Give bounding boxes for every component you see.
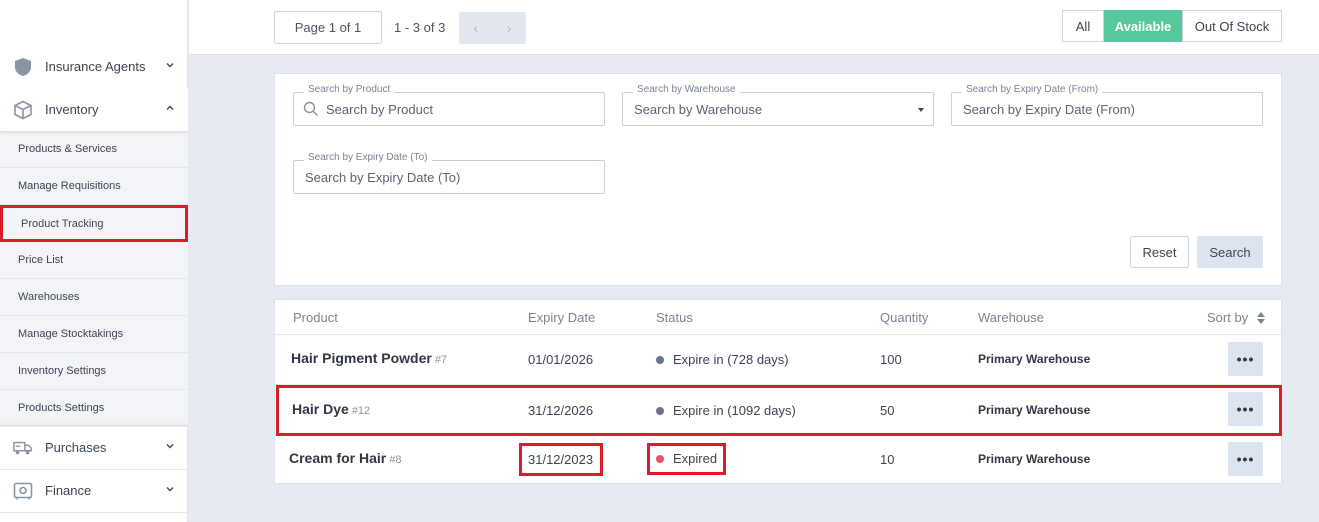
sidebar-group-purchases[interactable]: Purchases [0,426,188,469]
table-row[interactable]: Hair Pigment Powder #7 01/01/2026 Expire … [275,335,1281,385]
caret-down-icon [918,108,924,112]
status-badge: Expire in (1092 days) [656,403,796,418]
column-header-expiry-date: Expiry Date [528,310,596,325]
chevron-down-icon [166,63,174,68]
sidebar-item-products-settings[interactable]: Products Settings [0,390,188,427]
reset-button[interactable]: Reset [1130,236,1189,268]
product-name-text: Cream for Hair [289,450,387,466]
table-header: Product Expiry Date Status Quantity Ware… [275,300,1281,335]
field-placeholder: Search by Product [326,102,433,117]
field-label: Search by Expiry Date (To) [304,152,432,163]
field-placeholder: Search by Expiry Date (From) [963,102,1135,117]
product-id: #12 [351,405,371,417]
search-expiry-from-field[interactable]: Search by Expiry Date (From) Search by E… [951,84,1263,126]
sidebar: Insurance Agents Inventory Products & Se… [0,0,188,522]
search-warehouse-select[interactable]: Search by Warehouse Search by Warehouse [622,84,934,126]
column-header-status: Status [656,310,693,325]
status-text: Expire in (1092 days) [673,403,796,418]
product-id: #7 [434,354,448,366]
divider [0,512,188,513]
sidebar-group-label: Insurance Agents [45,59,146,74]
row-actions-button[interactable]: ••• [1228,342,1263,376]
sidebar-group-label: Finance [45,483,92,498]
status-dot [656,455,664,463]
status-text: Expired [673,451,718,466]
quantity: 50 [880,403,895,418]
next-page-button[interactable]: › [493,12,527,44]
status-dot [656,407,664,415]
status-dot [656,356,664,364]
sidebar-group-finance[interactable]: Finance [0,469,188,512]
sidebar-item-manage-requisitions[interactable]: Manage Requisitions [0,168,188,205]
field-label: Search by Expiry Date (From) [962,84,1103,95]
search-product-field[interactable]: Search by Product Search by Product [293,84,605,126]
status-text: Expire in (728 days) [673,352,789,367]
chevron-down-icon [166,487,174,492]
field-placeholder: Search by Expiry Date (To) [305,170,461,185]
warehouse-name: Primary Warehouse [978,403,1091,417]
quantity: 10 [880,452,895,467]
field-placeholder: Search by Warehouse [634,102,763,117]
page-nav-buttons: ‹ › [459,12,526,44]
row-actions-button[interactable]: ••• [1228,442,1263,476]
filter-available-button[interactable]: Available [1104,10,1182,42]
product-name[interactable]: Hair Pigment Powder #7 [291,350,447,366]
sidebar-item-products-services[interactable]: Products & Services [0,131,188,168]
sidebar-group-label: Purchases [45,440,107,455]
expiry-date: 01/01/2026 [528,352,594,367]
shield-icon [13,57,33,77]
table-row[interactable]: Hair Dye #12 31/12/2026 Expire in (1092 d… [275,385,1281,435]
sidebar-item-warehouses[interactable]: Warehouses [0,279,188,316]
column-header-warehouse: Warehouse [978,310,1044,325]
expiry-date: 31/12/2026 [528,403,594,418]
product-name-text: Hair Dye [292,401,349,417]
pagination-bar: Page 1 of 1 1 - 3 of 3 ‹ › All Available… [189,0,1319,55]
stock-filter-group: All Available Out Of Stock [1062,10,1282,42]
row-actions-button[interactable]: ••• [1228,392,1263,426]
prev-page-button[interactable]: ‹ [459,12,493,44]
sidebar-group-insurance-agents[interactable]: Insurance Agents [0,45,188,88]
product-name[interactable]: Cream for Hair #8 [289,450,402,466]
chevron-down-icon [166,444,174,449]
result-range: 1 - 3 of 3 [394,20,446,35]
sort-by-button[interactable]: Sort by [1207,310,1265,325]
field-label: Search by Warehouse [633,84,740,95]
chevron-up-icon [166,105,174,110]
sidebar-item-price-list[interactable]: Price List [0,242,188,279]
sidebar-group-label: Inventory [45,102,99,117]
page-indicator[interactable]: Page 1 of 1 [274,11,382,44]
search-icon [303,101,318,116]
sidebar-item-product-tracking[interactable]: Product Tracking [0,205,188,242]
field-label: Search by Product [304,84,395,95]
column-header-quantity: Quantity [880,310,929,325]
sidebar-item-manage-stocktakings[interactable]: Manage Stocktakings [0,316,188,353]
filter-all-button[interactable]: All [1062,10,1104,42]
truck-icon [13,438,33,458]
sidebar-group-inventory[interactable]: Inventory [0,88,188,131]
product-name[interactable]: Hair Dye #12 [292,401,370,417]
filter-out-of-stock-button[interactable]: Out Of Stock [1182,10,1282,42]
table-row[interactable]: Cream for Hair #8 31/12/2023 Expired 10 P… [275,435,1281,485]
product-tracking-table: Product Expiry Date Status Quantity Ware… [274,299,1282,484]
column-header-product: Product [293,310,338,325]
inventory-submenu: Products & Services Manage Requisitions … [0,131,188,427]
expiry-date: 31/12/2023 [528,452,594,467]
sidebar-item-inventory-settings[interactable]: Inventory Settings [0,353,188,390]
status-badge: Expired [656,451,717,466]
product-id: #8 [389,454,402,466]
quantity: 100 [880,352,902,367]
warehouse-name: Primary Warehouse [978,452,1091,466]
sort-by-label: Sort by [1207,310,1249,325]
product-name-text: Hair Pigment Powder [291,350,432,366]
search-panel: Search by Product Search by Product Sear… [274,73,1282,286]
box-icon [13,100,33,120]
warehouse-name: Primary Warehouse [978,352,1091,366]
search-expiry-to-field[interactable]: Search by Expiry Date (To) Search by Exp… [293,152,605,194]
search-button[interactable]: Search [1197,236,1263,268]
status-badge: Expire in (728 days) [656,352,789,367]
sort-icon [1257,312,1265,324]
safe-icon [13,481,33,501]
